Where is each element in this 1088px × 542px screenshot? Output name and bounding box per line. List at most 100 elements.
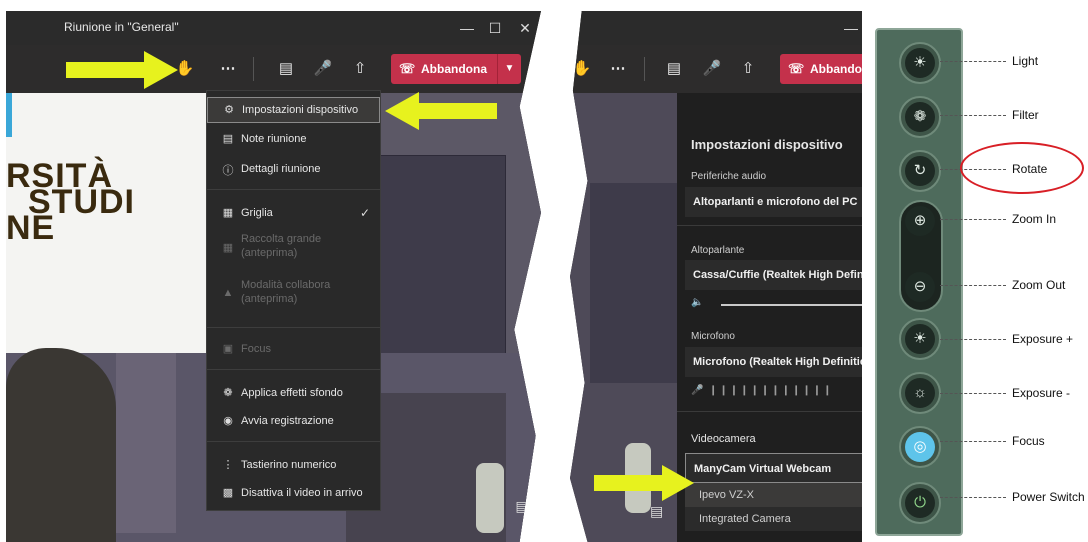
- video-vase: [476, 463, 504, 533]
- title-bar: Riunione in "General" — ☐ ✕: [6, 11, 541, 45]
- rotate-button[interactable]: ↻: [899, 150, 941, 192]
- camera-switch-icon[interactable]: ▤: [650, 503, 663, 520]
- device-label-light: Light: [1012, 54, 1039, 68]
- camera-option[interactable]: Integrated Camera: [685, 507, 862, 531]
- light-button[interactable]: ☀: [899, 42, 941, 84]
- menu-item-together-mode[interactable]: ▲ Modalità collabora (anteprima): [207, 277, 380, 317]
- exposure-minus-icon: ☼: [905, 378, 935, 408]
- device-label-exposure-minus: Exposure -: [1012, 386, 1071, 400]
- minimize-button[interactable]: —: [840, 17, 862, 39]
- exposure-plus-icon: ☀: [905, 324, 935, 354]
- microphone-level-meter: ❙❙❙❙❙❙❙❙❙❙❙❙: [709, 385, 834, 396]
- camera-label: Videocamera: [691, 433, 756, 445]
- menu-item-focus[interactable]: ▣ Focus: [207, 337, 380, 363]
- device-settings-window: — ✋ ⋯ ▤ 🎤 ⇧ ☏ Abbandona ▤ Impostazioni d…: [570, 11, 862, 542]
- toolbar-divider: [644, 57, 645, 81]
- menu-item-grid[interactable]: ▦ Griglia ✓: [207, 201, 380, 227]
- scene-text-line: NE: [6, 209, 56, 247]
- raise-hand-icon[interactable]: ✋: [570, 57, 594, 81]
- device-label-focus: Focus: [1012, 434, 1045, 448]
- minimize-button[interactable]: —: [456, 17, 478, 39]
- exposure-plus-button[interactable]: ☀: [899, 318, 941, 360]
- speaker-volume-slider[interactable]: [721, 304, 862, 306]
- focus-icon: ◎: [905, 432, 935, 462]
- audio-devices-label: Periferiche audio: [691, 171, 767, 182]
- menu-item-label: Modalità collabora: [241, 279, 331, 291]
- menu-item-device-settings[interactable]: ⚙ Impostazioni dispositivo: [207, 97, 380, 123]
- gear-icon: ⚙: [224, 104, 234, 116]
- microphone-icon[interactable]: 🎤: [311, 57, 335, 81]
- menu-item-sublabel: (anteprima): [241, 247, 298, 259]
- camera-icon[interactable]: ▤: [662, 57, 686, 81]
- menu-item-label: Disattiva il video in arrivo: [241, 487, 363, 499]
- info-icon: ⓘ: [222, 165, 234, 177]
- menu-item-label: Tastierino numerico: [241, 459, 337, 471]
- exposure-minus-button[interactable]: ☼: [899, 372, 941, 414]
- more-actions-menu: ⚙ Impostazioni dispositivo ▤ Note riunio…: [206, 90, 381, 511]
- zoom-out-button[interactable]: ⊖: [901, 268, 943, 310]
- large-gallery-icon: ▦: [222, 242, 234, 254]
- dropdown-value: Microfono (Realtek High Definition Audio…: [693, 356, 862, 368]
- yellow-arrow-right: [66, 51, 178, 89]
- dropdown-value: Altoparlanti e microfono del PC: [693, 196, 858, 208]
- zoom-in-button[interactable]: ⊕: [901, 202, 943, 244]
- phone-icon: ☏: [399, 61, 416, 76]
- checkmark-icon: ✓: [359, 206, 370, 220]
- leader-line: [940, 61, 1006, 62]
- leader-line: [940, 441, 1006, 442]
- chevron-down-icon[interactable]: ▼: [497, 54, 521, 84]
- more-actions-button[interactable]: ⋯: [606, 57, 630, 81]
- microphone-icon[interactable]: 🎤: [700, 57, 724, 81]
- option-label: Integrated Camera: [699, 513, 791, 525]
- menu-divider: [207, 369, 380, 370]
- menu-item-turn-off-incoming-video[interactable]: ▩ Disattiva il video in arrivo: [207, 481, 380, 507]
- menu-item-label: Note riunione: [241, 133, 307, 145]
- camera-option[interactable]: Ipevo VZ-X: [685, 483, 862, 507]
- rotate-icon: ↻: [905, 156, 935, 186]
- more-actions-button[interactable]: ⋯: [216, 57, 240, 81]
- menu-item-dial-pad[interactable]: ⋮ Tastierino numerico: [207, 453, 380, 479]
- microphone-dropdown[interactable]: Microfono (Realtek High Definition Audio…: [685, 347, 862, 377]
- share-icon[interactable]: ⇧: [736, 57, 760, 81]
- camera-switch-icon[interactable]: ▤: [511, 498, 533, 520]
- filter-button[interactable]: ❁: [899, 96, 941, 138]
- speaker-dropdown[interactable]: Cassa/Cuffie (Realtek High Definition Au…: [685, 260, 862, 290]
- camera-icon[interactable]: ▤: [274, 57, 298, 81]
- close-button[interactable]: ✕: [514, 17, 536, 39]
- power-icon: ⏻: [905, 488, 935, 518]
- menu-item-meeting-details[interactable]: ⓘ Dettagli riunione: [207, 157, 380, 183]
- zoom-out-icon: ⊖: [905, 272, 935, 302]
- yellow-arrow-left: [385, 92, 497, 130]
- power-button[interactable]: ⏻: [899, 482, 941, 524]
- menu-item-label: Focus: [241, 343, 271, 355]
- menu-item-label: Raccolta grande: [241, 233, 322, 245]
- panel-divider: [677, 225, 862, 226]
- red-highlight-ellipse: [960, 142, 1084, 194]
- share-icon[interactable]: ⇧: [348, 57, 372, 81]
- zoom-in-icon: ⊕: [905, 206, 935, 236]
- menu-item-label: Griglia: [241, 207, 273, 219]
- video-blue-strip: [6, 93, 12, 137]
- menu-item-label: Applica effetti sfondo: [241, 387, 343, 399]
- title-bar: —: [570, 11, 862, 45]
- video-off-icon: ▩: [222, 487, 234, 499]
- device-label-zoom-out: Zoom Out: [1012, 278, 1066, 292]
- option-label: Ipevo VZ-X: [699, 489, 755, 501]
- menu-item-start-recording[interactable]: ◉ Avvia registrazione: [207, 409, 380, 435]
- leader-line: [940, 219, 1006, 220]
- video-whiteboard: RSITÀ STUDI NE: [6, 93, 206, 363]
- menu-item-large-gallery[interactable]: ▦ Raccolta grande (anteprima): [207, 231, 380, 271]
- window-title: Riunione in "General": [64, 20, 179, 34]
- toolbar-divider: [253, 57, 254, 81]
- camera-dropdown[interactable]: ManyCam Virtual Webcam: [685, 453, 862, 483]
- focus-button[interactable]: ◎: [899, 426, 941, 468]
- menu-item-background-effects[interactable]: ❁ Applica effetti sfondo: [207, 381, 380, 407]
- leave-button[interactable]: ☏ Abbandona ▼: [391, 54, 521, 84]
- leader-line: [940, 393, 1006, 394]
- maximize-button[interactable]: ☐: [484, 17, 506, 39]
- menu-item-meeting-notes[interactable]: ▤ Note riunione: [207, 127, 380, 153]
- leave-button[interactable]: ☏ Abbandona: [780, 54, 862, 84]
- yellow-arrow-right: [594, 465, 694, 501]
- grid-icon: ▦: [222, 207, 234, 219]
- audio-devices-dropdown[interactable]: Altoparlanti e microfono del PC: [685, 187, 862, 217]
